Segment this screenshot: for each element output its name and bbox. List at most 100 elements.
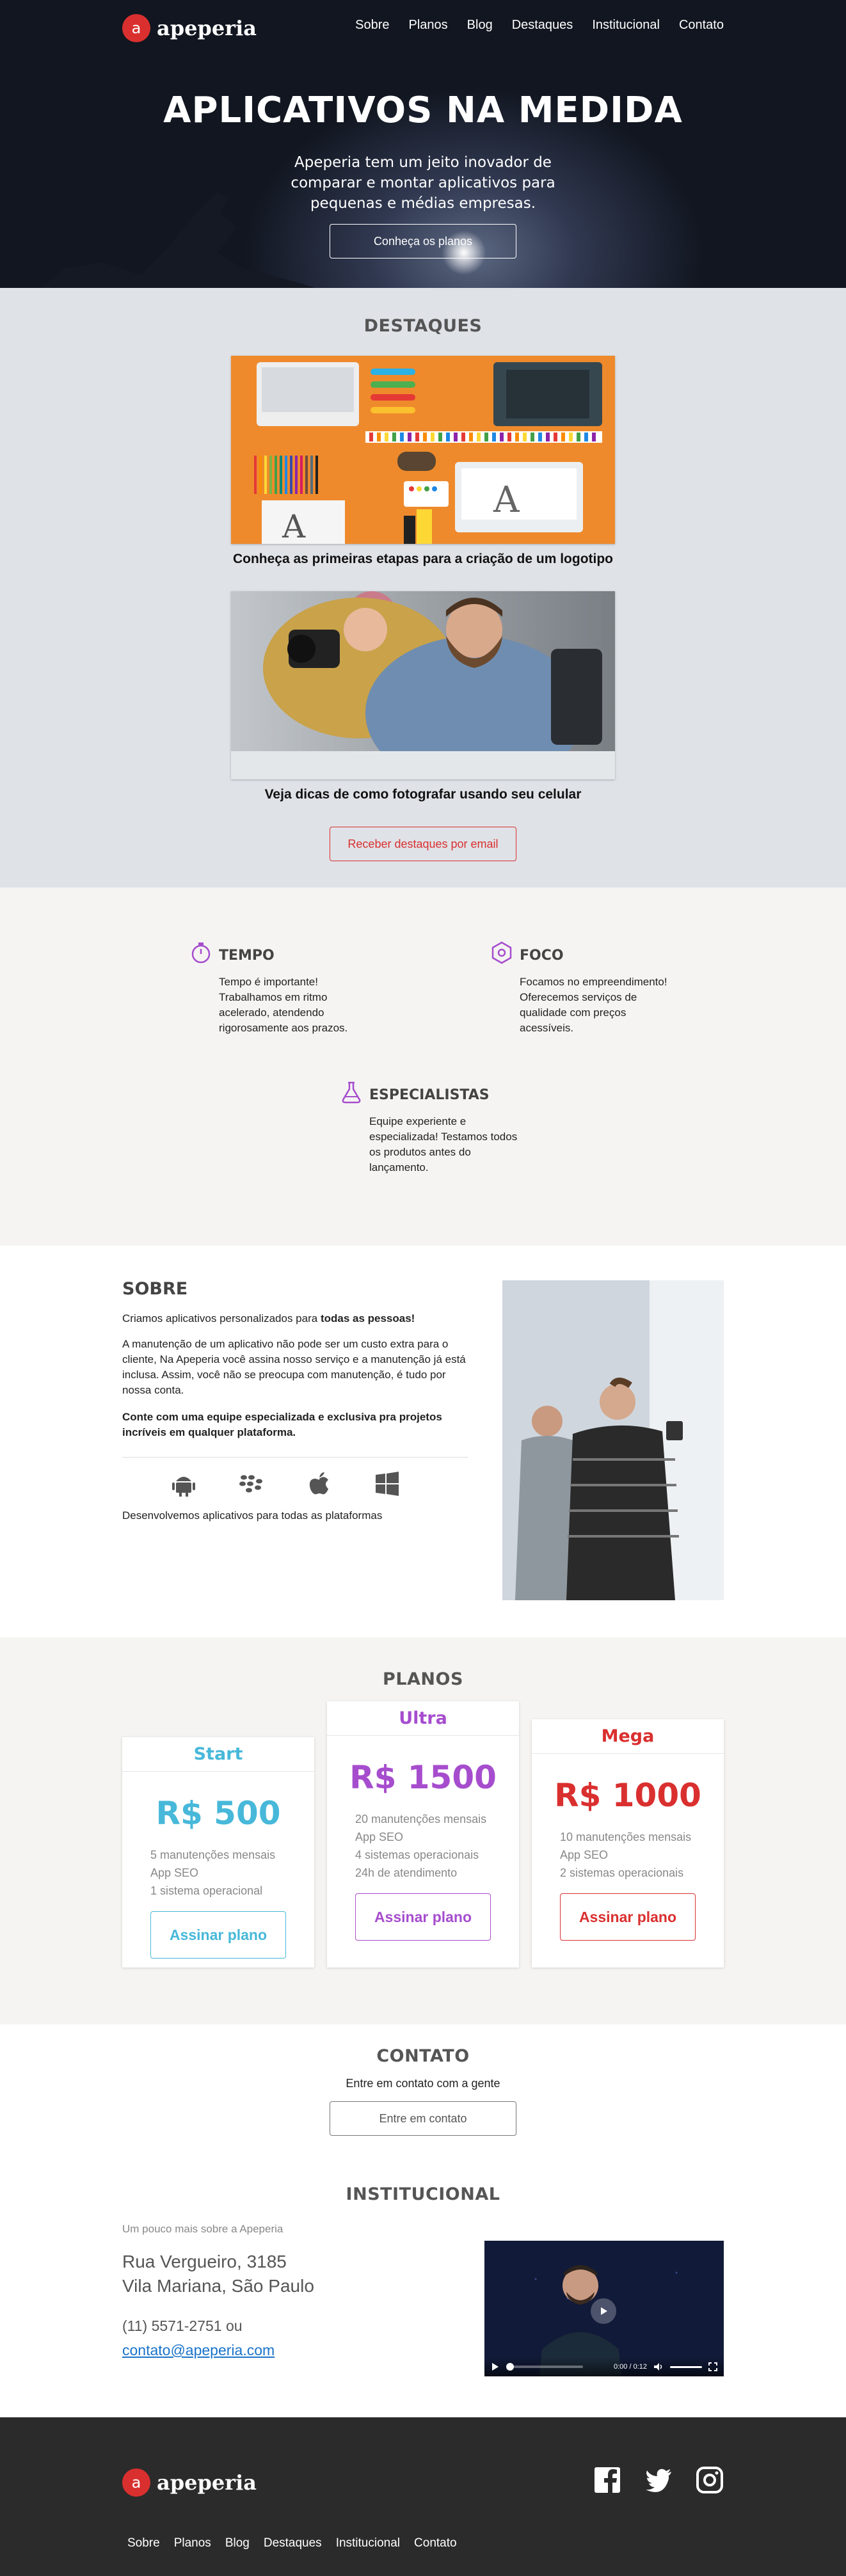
plan-card-start: Start R$ 500 5 manutenções mensais App S… [122, 1737, 314, 1968]
windows-icon [373, 1470, 401, 1498]
feature-title: FOCO [520, 948, 564, 964]
footer-link-planos[interactable]: Planos [174, 2536, 211, 2550]
address-line-1: Rua Vergueiro, 3185 [122, 2252, 287, 2271]
feature-text: Equipe experiente e especializada! Testa… [369, 1115, 518, 1173]
footer-link-sobre[interactable]: Sobre [127, 2536, 160, 2550]
destaque-caption[interactable]: Veja dicas de como fotografar usando seu… [122, 787, 724, 802]
sobre-p1-text: Criamos aplicativos personalizados para [122, 1312, 321, 1324]
footer-links: Sobre Planos Blog Destaques Instituciona… [127, 2536, 457, 2550]
nav-link-sobre[interactable]: Sobre [355, 18, 389, 33]
sobre-paragraph-2: A manutenção de um aplicativo não pode s… [122, 1338, 466, 1396]
feature-title: TEMPO [219, 948, 275, 964]
planos-title: PLANOS [383, 1669, 463, 1689]
planos-section: PLANOS Start R$ 500 5 manutenções mensai… [0, 1637, 846, 2024]
plan-feature: 5 manutenções mensais [150, 1849, 276, 1861]
plan-feature: 24h de atendimento [355, 1866, 458, 1879]
phone: (11) 5571-2751 ou [122, 2318, 243, 2334]
feature-title: ESPECIALISTAS [369, 1087, 490, 1103]
address: Rua Vergueiro, 3185 Vila Mariana, São Pa… [122, 2250, 314, 2298]
video-progress-bar[interactable] [506, 2363, 583, 2371]
svg-text:a: a [132, 19, 141, 37]
team-whiteboard-photo [502, 1280, 724, 1600]
nav-link-institucional[interactable]: Institucional [592, 18, 660, 33]
address-line-2: Vila Mariana, São Paulo [122, 2276, 314, 2296]
institucional-section: INSTITUCIONAL Um pouco mais sobre a Apep… [0, 2169, 846, 2417]
plan-feature: App SEO [355, 1831, 404, 1843]
plan-feature: 10 manutenções mensais [560, 1831, 692, 1843]
email-link[interactable]: contato@apeperia.com [122, 2338, 275, 2362]
plan-feature: 20 manutenções mensais [355, 1813, 487, 1825]
fullscreen-icon[interactable] [708, 2362, 717, 2371]
footer-logo[interactable]: a apeperia [122, 2469, 257, 2497]
feature-text: Tempo é importante! Trabalhamos em ritmo… [219, 976, 348, 1034]
footer-link-destaques[interactable]: Destaques [264, 2536, 322, 2550]
destaque-item[interactable]: A A Conheça as primeiras etapas para a c… [122, 356, 724, 567]
see-plans-button[interactable]: Conheça os planos [330, 224, 516, 258]
destaques-title: DESTAQUES [363, 316, 483, 336]
logo-text: apeperia [157, 2470, 257, 2495]
plan-features: 10 manutenções mensais App SEO 2 sistema… [560, 1828, 701, 1882]
hero-subtitle: Apeperia tem um jeito inovador de compar… [291, 154, 555, 212]
svg-text:A: A [282, 508, 306, 544]
sobre-paragraph-1: Criamos aplicativos personalizados para … [122, 1311, 468, 1326]
instagram-icon[interactable] [696, 2466, 724, 2494]
video-controls: 0:00 / 0:12 [484, 2357, 724, 2376]
nav-link-planos[interactable]: Planos [409, 18, 448, 33]
feature-text: Focamos no empreendimento! Oferecemos se… [520, 976, 667, 1034]
subscribe-start-button[interactable]: Assinar plano [150, 1911, 286, 1959]
sobre-section: SOBRE Criamos aplicativos personalizados… [0, 1246, 846, 1637]
video-time: 0:00 / 0:12 [614, 2363, 647, 2371]
nav-links: Sobre Planos Blog Destaques Instituciona… [355, 18, 724, 33]
stopwatch-icon [191, 942, 211, 964]
features-section: TEMPO Tempo é importante! Trabalhamos em… [0, 887, 846, 1246]
design-tools-image[interactable]: A A [231, 356, 615, 544]
plan-features: 5 manutenções mensais App SEO 1 sistema … [150, 1846, 291, 1900]
footer-link-blog[interactable]: Blog [225, 2536, 250, 2550]
hero-title: APLICATIVOS NA MEDIDA [163, 90, 683, 131]
play-icon[interactable] [491, 2362, 500, 2371]
logo-a-icon: a [122, 14, 150, 42]
logo[interactable]: a apeperia [122, 14, 257, 42]
subscribe-ultra-button[interactable]: Assinar plano [355, 1893, 491, 1941]
subscribe-mega-button[interactable]: Assinar plano [560, 1893, 696, 1941]
institucional-lead: Um pouco mais sobre a Apeperia [122, 2223, 283, 2235]
destaques-section: DESTAQUES A A Conheça as primeiras etapa… [0, 288, 846, 887]
footer: a apeperia Sobre Planos Blog Destaques I… [0, 2417, 846, 2576]
video-play-overlay-button[interactable] [591, 2298, 616, 2324]
target-icon [491, 941, 512, 964]
social-links [593, 2466, 724, 2494]
sobre-title: SOBRE [122, 1279, 188, 1299]
photography-image[interactable] [231, 591, 615, 779]
plan-name: Mega [532, 1719, 724, 1754]
volume-icon[interactable] [653, 2362, 664, 2371]
email-highlights-button[interactable]: Receber destaques por email [330, 827, 516, 861]
contact-button[interactable]: Entre em contato [330, 2101, 516, 2136]
plan-features: 20 manutenções mensais App SEO 4 sistema… [355, 1810, 496, 1882]
svg-text:a: a [132, 2474, 141, 2492]
plan-feature: App SEO [560, 1849, 609, 1861]
twitter-icon[interactable] [644, 2466, 673, 2494]
plan-price: R$ 500 [156, 1795, 281, 1832]
sobre-divider [122, 1457, 468, 1458]
hero: a apeperia Sobre Planos Blog Destaques I… [0, 0, 846, 288]
facebook-icon[interactable] [593, 2466, 621, 2494]
logo-text: apeperia [157, 16, 257, 40]
volume-slider[interactable] [670, 2365, 702, 2368]
apple-icon [305, 1470, 333, 1498]
destaque-caption[interactable]: Conheça as primeiras etapas para a criaç… [122, 552, 724, 567]
plan-feature: App SEO [150, 1866, 199, 1879]
nav-link-contato[interactable]: Contato [679, 18, 724, 33]
nav-link-destaques[interactable]: Destaques [512, 18, 573, 33]
sobre-paragraph-3: Conte com uma equipe especializada e exc… [122, 1411, 442, 1438]
plan-name: Start [122, 1737, 314, 1772]
footer-link-contato[interactable]: Contato [414, 2536, 457, 2550]
plan-name: Ultra [327, 1701, 519, 1736]
svg-text:A: A [493, 479, 520, 521]
platforms-caption: Desenvolvemos aplicativos para todas as … [122, 1509, 383, 1522]
video-player[interactable]: 0:00 / 0:12 [484, 2241, 724, 2376]
nav-link-blog[interactable]: Blog [467, 18, 493, 33]
contato-section: CONTATO Entre em contato com a gente Ent… [0, 2024, 846, 2169]
plan-price: R$ 1000 [554, 1777, 701, 1814]
footer-link-institucional[interactable]: Institucional [336, 2536, 400, 2550]
destaque-item[interactable]: Veja dicas de como fotografar usando seu… [122, 591, 724, 802]
